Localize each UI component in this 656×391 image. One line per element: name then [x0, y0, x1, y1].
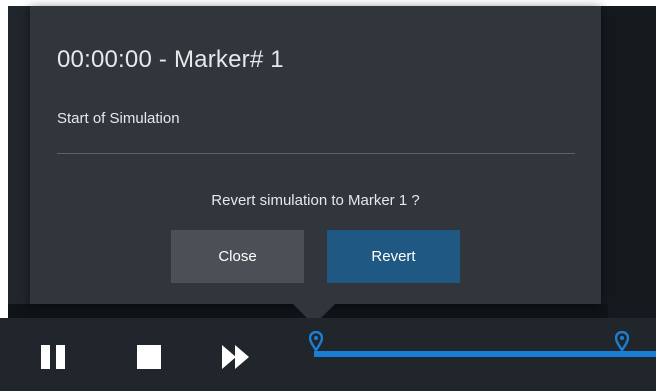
revert-question: Revert simulation to Marker 1 ? [211, 192, 420, 209]
pause-icon[interactable] [41, 345, 67, 369]
marker-popup: 00:00:00 - Marker# 1 Start of Simulation… [30, 6, 601, 304]
timeline-track[interactable] [314, 351, 656, 357]
simulation-view: 00:00:00 - Marker# 1 Start of Simulation… [0, 0, 656, 391]
popup-title: 00:00:00 - Marker# 1 [57, 46, 284, 73]
close-button-label: Close [218, 248, 257, 265]
popup-divider [57, 153, 575, 154]
pause-bar-right [56, 345, 65, 369]
fast-forward-icon[interactable] [222, 345, 258, 369]
background-panel [600, 6, 656, 318]
left-border [0, 0, 8, 318]
close-button[interactable]: Close [171, 230, 304, 283]
popup-description: Start of Simulation [57, 110, 180, 127]
revert-button-label: Revert [371, 248, 416, 265]
timeline-marker-icon[interactable] [614, 330, 630, 353]
pause-bar-left [41, 345, 50, 369]
playback-control-bar [0, 318, 656, 391]
revert-button[interactable]: Revert [327, 230, 460, 283]
stop-icon[interactable] [137, 345, 161, 369]
timeline-marker-icon[interactable] [308, 330, 324, 353]
